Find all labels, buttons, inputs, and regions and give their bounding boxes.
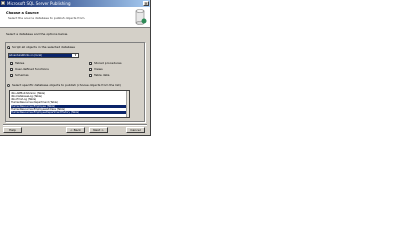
object-type-label: User-defined functions: [15, 67, 49, 71]
object-type-checkbox[interactable]: [10, 68, 13, 72]
cancel-button[interactable]: Cancel: [126, 127, 145, 133]
object-type-label: Views: [94, 67, 103, 71]
app-icon: [1, 1, 5, 5]
button-separator: [3, 124, 147, 126]
instruction-text: Select a database and the options below.: [6, 32, 68, 36]
window-title: Microsoft SQL Server Publishing: [7, 1, 71, 6]
database-icon: [135, 9, 147, 25]
object-type-checkbox[interactable]: [10, 62, 13, 66]
object-type-checkbox[interactable]: [89, 68, 92, 72]
list-scrollbar[interactable]: [126, 91, 129, 117]
object-type-label: Stored procedures: [94, 61, 122, 65]
object-type-label: Tables: [15, 61, 25, 65]
script-all-label: Script all objects in the selected datab…: [12, 45, 75, 49]
back-button[interactable]: < Back: [66, 127, 85, 133]
page-title: Choose a Source: [6, 11, 39, 15]
select-specific-label: Select specific database objects to publ…: [12, 83, 121, 87]
wizard-window: Microsoft SQL Server Publishing × Choose…: [0, 0, 151, 136]
script-all-radio[interactable]: [7, 46, 10, 49]
list-item[interactable]: HumanResources.EmployeeDepartmentHistory…: [11, 111, 127, 114]
select-specific-radio[interactable]: [7, 84, 10, 87]
next-button[interactable]: Next >: [89, 127, 108, 133]
object-type-label: Table data: [94, 73, 110, 77]
help-button[interactable]: Help: [3, 127, 22, 133]
object-type-checkbox[interactable]: [10, 74, 13, 78]
object-type-checkbox[interactable]: [89, 62, 92, 66]
page-subtitle: Select the source database to publish ob…: [8, 16, 86, 20]
wizard-header: Choose a Source Select the source databa…: [0, 7, 150, 28]
chevron-down-icon[interactable]: ▾: [73, 54, 78, 57]
object-type-checkbox[interactable]: [89, 74, 92, 77]
object-type-label: Schemas: [15, 73, 29, 77]
close-button[interactable]: ×: [143, 1, 149, 6]
database-dropdown[interactable]: AdventureWorks on (local) ▾: [8, 53, 79, 58]
objects-list[interactable]: dbo.AWBuildVersion (Table) dbo.DatabaseL…: [9, 90, 130, 118]
list-item[interactable]: HumanResources.Department (Table): [11, 101, 127, 104]
database-dropdown-value: AdventureWorks on (local): [9, 54, 72, 57]
title-bar[interactable]: Microsoft SQL Server Publishing ×: [0, 0, 150, 7]
